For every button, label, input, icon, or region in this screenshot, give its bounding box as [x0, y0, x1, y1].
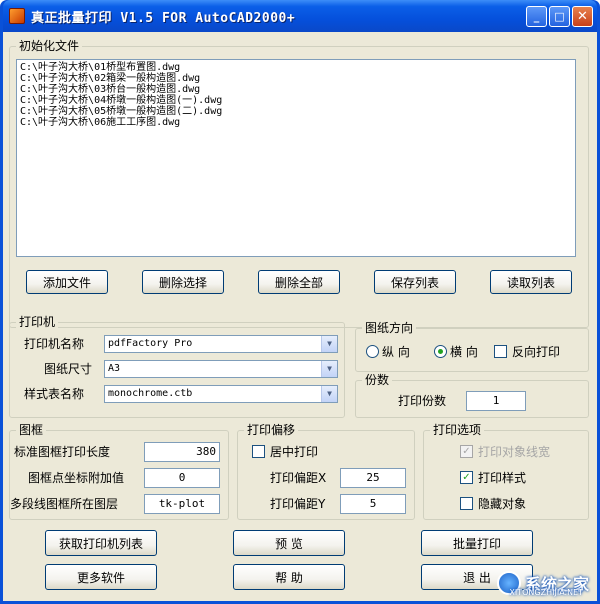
frame-group: 图框 标准图框打印长度 380 图框点坐标附加值 0 多段线图框所在图层 tk-…: [9, 423, 229, 520]
maximize-button[interactable]: □: [549, 5, 570, 27]
copies-title: 份数: [362, 373, 393, 387]
paper-size-select[interactable]: A3 ▼: [104, 360, 338, 378]
center-print-checkbox[interactable]: [252, 445, 265, 458]
frame-coord-input[interactable]: 0: [144, 468, 220, 488]
frame-length-input[interactable]: 380: [144, 442, 220, 462]
offset-x-label: 打印偏距X: [270, 471, 327, 485]
list-item[interactable]: C:\叶子沟大桥\04桥墩一般构造图(一).dwg: [20, 95, 572, 106]
save-list-button[interactable]: 保存列表: [374, 270, 456, 294]
help-button[interactable]: 帮 助: [233, 564, 345, 590]
landscape-radio[interactable]: [434, 345, 447, 358]
title-bar[interactable]: 真正批量打印 V1.5 FOR AutoCAD2000+ _ □ ✕: [3, 0, 597, 32]
batch-print-button[interactable]: 批量打印: [421, 530, 533, 556]
copies-group: 份数 打印份数 1: [355, 373, 589, 418]
printer-name-label: 打印机名称: [24, 337, 85, 351]
minimize-button[interactable]: _: [526, 5, 547, 27]
offset-group: 打印偏移 居中打印 打印偏距X 25 打印偏距Y 5: [237, 423, 415, 520]
frame-layer-label: 多段线图框所在图层: [10, 497, 119, 511]
init-files-group: 初始化文件 C:\叶子沟大桥\01桥型布置图.dwg C:\叶子沟大桥\02箱梁…: [9, 39, 589, 328]
frame-title: 图框: [16, 423, 47, 437]
print-options-group: 打印选项 ✓ 打印对象线宽 ✓ 打印样式 隐藏对象: [423, 423, 589, 520]
chevron-down-icon[interactable]: ▼: [321, 336, 337, 352]
plotstyle-label: 打印样式: [478, 471, 527, 485]
watermark-text: 系统之家: [524, 575, 589, 594]
init-files-title: 初始化文件: [16, 39, 83, 53]
paper-size-value: A3: [108, 363, 121, 374]
close-button[interactable]: ✕: [572, 5, 593, 27]
reverse-print-checkbox[interactable]: [494, 345, 507, 358]
chevron-down-icon[interactable]: ▼: [321, 386, 337, 402]
lineweight-label: 打印对象线宽: [478, 445, 551, 459]
offset-y-input[interactable]: 5: [340, 494, 406, 514]
more-software-button[interactable]: 更多软件: [45, 564, 157, 590]
portrait-label: 纵 向: [382, 345, 410, 359]
printer-select[interactable]: pdfFactory Pro ▼: [104, 335, 338, 353]
portrait-radio[interactable]: [366, 345, 379, 358]
orientation-title: 图纸方向: [362, 321, 417, 335]
printer-group: 打印机 打印机名称 pdfFactory Pro ▼ 图纸尺寸 A3 ▼ 样式表…: [9, 315, 345, 418]
style-table-value: monochrome.ctb: [108, 388, 193, 399]
get-printer-list-button[interactable]: 获取打印机列表: [45, 530, 157, 556]
list-item[interactable]: C:\叶子沟大桥\05桥墩一般构造图(二).dwg: [20, 106, 572, 117]
load-list-button[interactable]: 读取列表: [490, 270, 572, 294]
add-file-button[interactable]: 添加文件: [26, 270, 108, 294]
reverse-print-label: 反向打印: [512, 345, 561, 359]
list-item[interactable]: C:\叶子沟大桥\03桥台一般构造图.dwg: [20, 84, 572, 95]
list-item[interactable]: C:\叶子沟大桥\01桥型布置图.dwg: [20, 62, 572, 73]
copies-label: 打印份数: [398, 394, 447, 408]
landscape-label: 横 向: [450, 345, 478, 359]
exit-button[interactable]: 退 出: [421, 564, 533, 590]
paper-size-label: 图纸尺寸: [44, 362, 93, 376]
hide-objects-checkbox[interactable]: [460, 497, 473, 510]
remove-all-button[interactable]: 删除全部: [258, 270, 340, 294]
frame-layer-input[interactable]: tk-plot: [144, 494, 220, 514]
app-window: 真正批量打印 V1.5 FOR AutoCAD2000+ _ □ ✕ 初始化文件…: [0, 0, 600, 604]
copies-input[interactable]: 1: [466, 391, 526, 411]
orientation-group: 图纸方向 纵 向 横 向 反向打印: [355, 321, 589, 372]
center-print-label: 居中打印: [270, 445, 319, 459]
client-area: 初始化文件 C:\叶子沟大桥\01桥型布置图.dwg C:\叶子沟大桥\02箱梁…: [3, 32, 597, 601]
chevron-down-icon[interactable]: ▼: [321, 361, 337, 377]
printer-title: 打印机: [16, 315, 59, 329]
list-item[interactable]: C:\叶子沟大桥\02箱梁一般构造图.dwg: [20, 73, 572, 84]
offset-title: 打印偏移: [244, 423, 299, 437]
style-table-select[interactable]: monochrome.ctb ▼: [104, 385, 338, 403]
app-icon: [9, 8, 25, 24]
window-title: 真正批量打印 V1.5 FOR AutoCAD2000+: [31, 10, 296, 26]
plotstyle-checkbox[interactable]: ✓: [460, 471, 473, 484]
preview-button[interactable]: 预 览: [233, 530, 345, 556]
file-list[interactable]: C:\叶子沟大桥\01桥型布置图.dwg C:\叶子沟大桥\02箱梁一般构造图.…: [16, 59, 576, 257]
hide-objects-label: 隐藏对象: [478, 497, 527, 511]
offset-x-input[interactable]: 25: [340, 468, 406, 488]
printer-select-value: pdfFactory Pro: [108, 338, 193, 349]
style-table-label: 样式表名称: [24, 387, 85, 401]
remove-selected-button[interactable]: 删除选择: [142, 270, 224, 294]
frame-coord-label: 图框点坐标附加值: [28, 471, 125, 485]
frame-length-label: 标准图框打印长度: [14, 445, 111, 459]
offset-y-label: 打印偏距Y: [270, 497, 326, 511]
list-item[interactable]: C:\叶子沟大桥\06施工工序图.dwg: [20, 117, 572, 128]
lineweight-checkbox: ✓: [460, 445, 473, 458]
print-options-title: 打印选项: [430, 423, 485, 437]
